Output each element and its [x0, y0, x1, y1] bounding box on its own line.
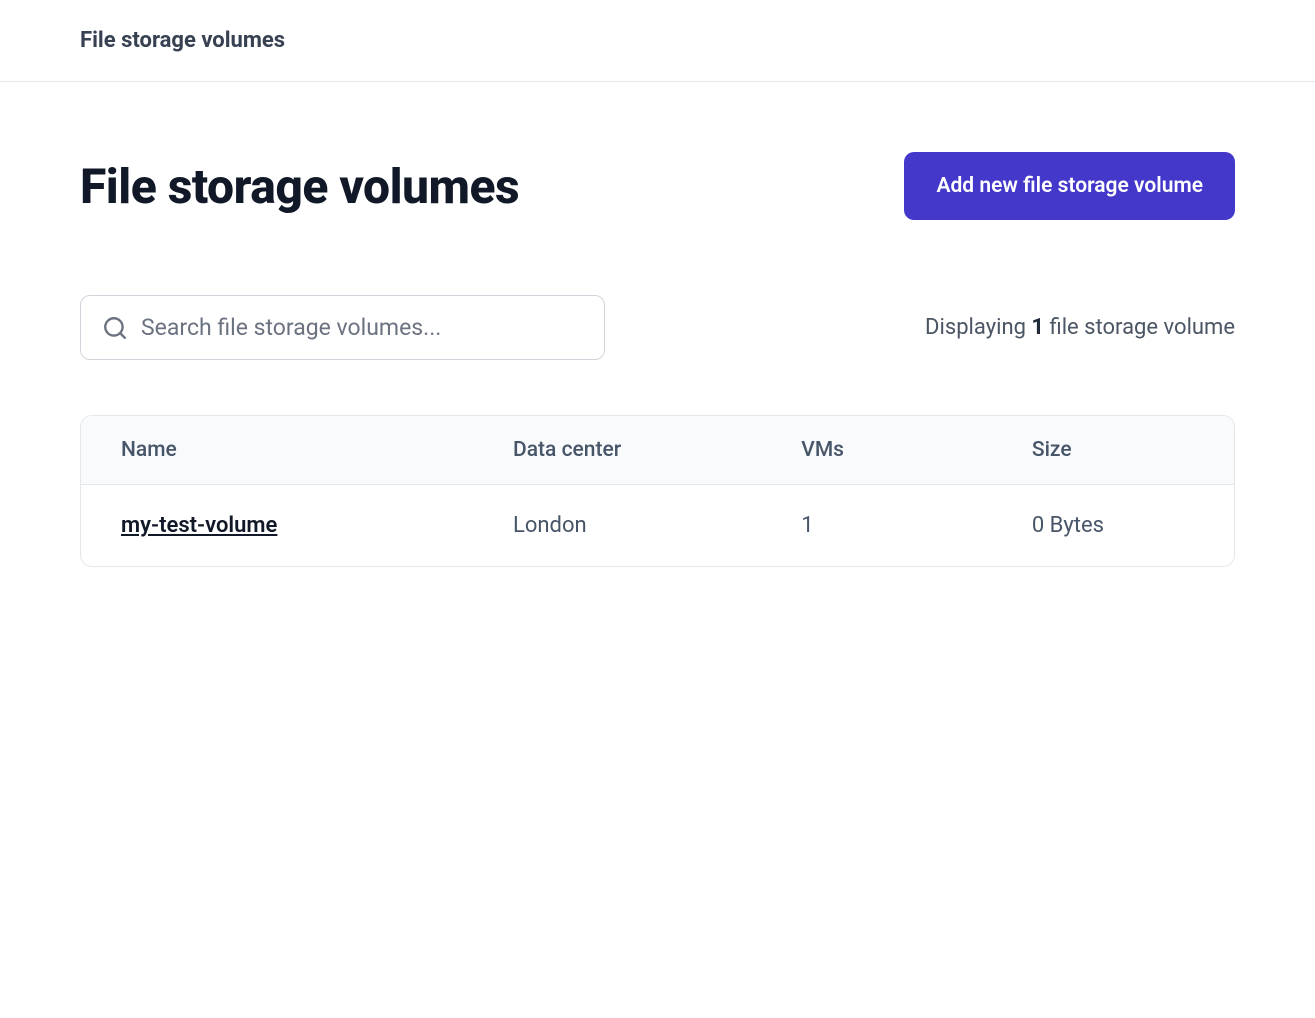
page-title: File storage volumes — [80, 158, 519, 215]
volume-name-link[interactable]: my-test-volume — [121, 513, 277, 538]
column-header-vms: VMs — [761, 416, 992, 485]
column-header-datacenter: Data center — [473, 416, 761, 485]
search-wrapper — [80, 295, 605, 360]
page-container: File storage volumes Add new file storag… — [0, 82, 1315, 637]
status-prefix: Displaying — [925, 315, 1031, 340]
status-count: 1 — [1031, 315, 1044, 340]
column-header-size: Size — [992, 416, 1234, 485]
search-row: Displaying 1 file storage volume — [80, 295, 1235, 360]
cell-vms: 1 — [761, 485, 992, 567]
search-input[interactable] — [80, 295, 605, 360]
status-suffix: file storage volume — [1044, 315, 1235, 340]
column-header-name: Name — [81, 416, 473, 485]
cell-datacenter: London — [473, 485, 761, 567]
top-bar: File storage volumes — [0, 0, 1315, 82]
table-header-row: Name Data center VMs Size — [81, 416, 1234, 485]
header-row: File storage volumes Add new file storag… — [80, 152, 1235, 220]
volumes-table-wrapper: Name Data center VMs Size my-test-volume… — [80, 415, 1235, 567]
cell-size: 0 Bytes — [992, 485, 1234, 567]
add-volume-button[interactable]: Add new file storage volume — [904, 152, 1235, 220]
result-count-text: Displaying 1 file storage volume — [925, 315, 1235, 340]
volumes-table: Name Data center VMs Size my-test-volume… — [81, 416, 1234, 566]
breadcrumb-title: File storage volumes — [80, 28, 1235, 53]
table-row: my-test-volume London 1 0 Bytes — [81, 485, 1234, 567]
